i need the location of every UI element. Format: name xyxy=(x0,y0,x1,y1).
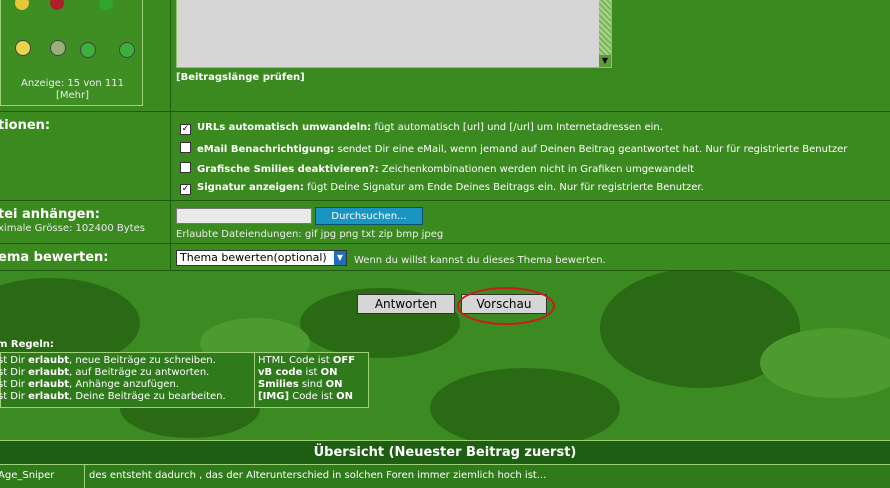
rules-title: m Regeln: xyxy=(0,339,54,350)
smiley-icon[interactable] xyxy=(50,0,64,10)
options-label-cell: tionen: xyxy=(0,112,171,200)
allowed-extensions: Erlaubte Dateiendungen: gif jpg png txt … xyxy=(176,229,444,240)
email-notify-checkbox[interactable] xyxy=(180,142,191,153)
rating-label: ema bewerten: xyxy=(0,250,109,265)
rule-left: st Dir erlaubt, neue Beiträge zu schreib… xyxy=(0,355,216,366)
attachment-label: tei anhängen: xyxy=(0,207,100,222)
attachment-size-label: ximale Grösse: 102400 Bytes xyxy=(0,223,145,234)
rule-right: [IMG] Code ist ON xyxy=(258,391,353,402)
smiley-icon[interactable] xyxy=(15,0,29,10)
post-row: Age_Sniper des entsteht dadurch , das de… xyxy=(0,464,890,488)
rule-right: Smilies sind ON xyxy=(258,379,343,390)
cherry-smiley-icon[interactable] xyxy=(80,42,96,58)
post-author[interactable]: Age_Sniper xyxy=(0,470,54,481)
overview-header: Übersicht (Neuester Beitrag zuerst) xyxy=(0,440,890,464)
reply-button[interactable]: Antworten xyxy=(357,294,455,314)
option-email-notify[interactable]: eMail Benachrichtigung: sendet Dir eine … xyxy=(180,142,847,155)
rule-left: st Dir erlaubt, Anhänge anzufügen. xyxy=(0,379,179,390)
attachment-label-cell: tei anhängen: ximale Grösse: 102400 Byte… xyxy=(0,201,171,243)
smiley-icon[interactable] xyxy=(99,0,113,10)
attachment-row: tei anhängen: ximale Grösse: 102400 Byte… xyxy=(0,201,890,244)
rating-label-cell: ema bewerten: xyxy=(0,244,171,270)
show-signature-checkbox[interactable]: ✓ xyxy=(180,184,191,195)
preview-highlight-circle xyxy=(457,287,555,325)
cherry-smiley-icon[interactable] xyxy=(119,42,135,58)
chevron-down-icon[interactable]: ▼ xyxy=(334,251,346,265)
rules-box: st Dir erlaubt, neue Beiträge zu schreib… xyxy=(0,352,369,408)
angel-smiley-icon[interactable] xyxy=(15,40,31,56)
file-path-input[interactable] xyxy=(176,208,312,224)
option-show-signature[interactable]: ✓ Signatur anzeigen: fügt Deine Signatur … xyxy=(180,182,704,195)
rule-left: st Dir erlaubt, auf Beiträge zu antworte… xyxy=(0,367,210,378)
options-label: tionen: xyxy=(0,118,51,133)
message-textarea[interactable]: ▼ xyxy=(176,0,612,68)
rule-right: vB code ist ON xyxy=(258,367,338,378)
rule-left: st Dir erlaubt, Deine Beiträge zu bearbe… xyxy=(0,391,226,402)
sick-smiley-icon[interactable] xyxy=(50,40,66,56)
smilies-count: Anzeige: 15 von 111 xyxy=(21,78,124,89)
option-auto-urls[interactable]: ✓ URLs automatisch umwandeln: fügt automa… xyxy=(180,122,663,135)
auto-urls-checkbox[interactable]: ✓ xyxy=(180,124,191,135)
smilies-more-link[interactable]: [Mehr] xyxy=(1,90,144,101)
post-text: des entsteht dadurch , das der Alterunte… xyxy=(89,470,547,481)
smilies-panel: Anzeige: 15 von 111 [Mehr] xyxy=(0,0,143,106)
option-disable-smilies[interactable]: Grafische Smilies deaktivieren?: Zeichen… xyxy=(180,162,694,175)
rating-select[interactable]: Thema bewerten(optional) ▼ xyxy=(176,250,347,266)
check-length-link[interactable]: [Beitragslänge prüfen] xyxy=(176,72,305,83)
rating-hint: Wenn du willst kannst du dieses Thema be… xyxy=(354,255,606,266)
scroll-down-icon[interactable]: ▼ xyxy=(599,55,611,67)
disable-smilies-checkbox[interactable] xyxy=(180,162,191,173)
browse-button[interactable]: Durchsuchen... xyxy=(315,207,423,225)
rule-right: HTML Code ist OFF xyxy=(258,355,356,366)
